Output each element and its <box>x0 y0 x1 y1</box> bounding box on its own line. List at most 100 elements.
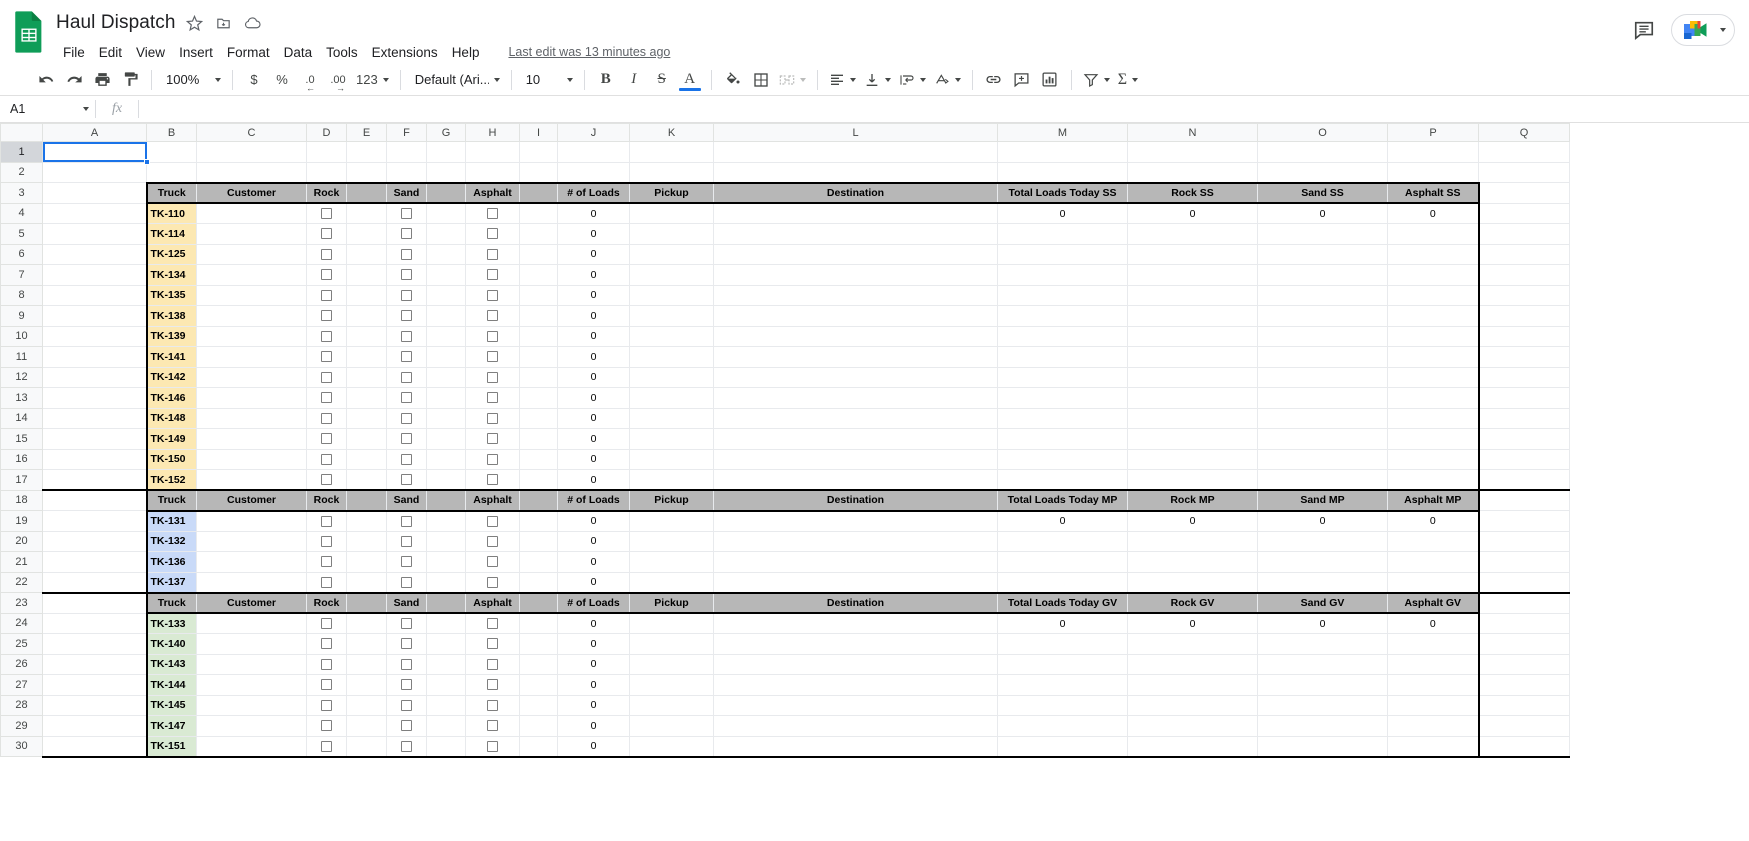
asphalt-total-SS-10[interactable] <box>1387 407 1480 429</box>
rock-checkbox-TK-151[interactable] <box>306 735 347 758</box>
increase-decimal-button[interactable]: .00 → <box>324 66 352 94</box>
cell-Q5[interactable] <box>1478 223 1570 245</box>
section-header-rocktot-GV[interactable]: Rock GV <box>1127 591 1258 614</box>
section-header-truck-GV[interactable]: Truck <box>145 591 197 614</box>
destination-cell-TK-149[interactable] <box>713 428 998 450</box>
column-header-K[interactable]: K <box>629 123 714 142</box>
asphalt-total-SS-13[interactable] <box>1387 469 1480 491</box>
rock-total-SS-9[interactable] <box>1127 387 1258 409</box>
rock-pad-TK-149[interactable] <box>346 428 387 450</box>
asphalt-total-SS-3[interactable] <box>1387 264 1480 286</box>
truck-cell-TK-125[interactable]: TK-125 <box>145 243 197 265</box>
section-header-rock-pad-SS[interactable] <box>346 181 387 204</box>
pickup-cell-TK-140[interactable] <box>629 633 714 655</box>
asphalt-total-SS-5[interactable] <box>1387 305 1480 327</box>
customer-cell-TK-138[interactable] <box>196 305 307 327</box>
checkbox[interactable] <box>321 228 332 240</box>
sand-total-SS-9[interactable] <box>1257 387 1388 409</box>
rock-total-GV-4[interactable] <box>1127 694 1258 716</box>
cell-L2[interactable] <box>713 161 998 183</box>
cell-J2[interactable] <box>557 161 630 183</box>
last-edit-status[interactable]: Last edit was 13 minutes ago <box>508 45 670 59</box>
section-header-pickup-GV[interactable]: Pickup <box>629 591 714 614</box>
sand-pad-TK-114[interactable] <box>426 223 466 245</box>
loads-cell-TK-135[interactable]: 0 <box>557 284 630 306</box>
section-header-sandtot-MP[interactable]: Sand MP <box>1257 489 1388 512</box>
row-header-21[interactable]: 21 <box>0 551 43 573</box>
total-loads-SS-4[interactable] <box>997 284 1128 306</box>
sand-total-SS-1[interactable] <box>1257 223 1388 245</box>
total-loads-SS-1[interactable] <box>997 223 1128 245</box>
section-header-truck-MP[interactable]: Truck <box>145 489 197 512</box>
cell-A16[interactable] <box>42 448 147 470</box>
section-header-customer-SS[interactable]: Customer <box>196 181 307 204</box>
destination-cell-TK-146[interactable] <box>713 387 998 409</box>
checkbox[interactable] <box>401 310 412 322</box>
section-header-pickup-MP[interactable]: Pickup <box>629 489 714 512</box>
chevron-down-icon[interactable] <box>83 107 89 111</box>
sand-pad-TK-132[interactable] <box>426 530 466 552</box>
cell-A28[interactable] <box>42 694 147 716</box>
sand-total-SS-12[interactable] <box>1257 448 1388 470</box>
column-header-H[interactable]: H <box>465 123 520 142</box>
asphalt-total-GV-2[interactable] <box>1387 653 1480 675</box>
customer-cell-TK-145[interactable] <box>196 694 307 716</box>
total-loads-SS-3[interactable] <box>997 264 1128 286</box>
destination-cell-TK-125[interactable] <box>713 243 998 265</box>
asphalt-checkbox-TK-143[interactable] <box>465 653 520 675</box>
total-loads-SS-7[interactable] <box>997 346 1128 368</box>
asphalt-checkbox-TK-150[interactable] <box>465 448 520 470</box>
asphalt-checkbox-TK-149[interactable] <box>465 428 520 450</box>
sand-total-GV-5[interactable] <box>1257 715 1388 737</box>
checkbox[interactable] <box>487 371 498 383</box>
asphalt-total-SS-0[interactable]: 0 <box>1387 202 1480 224</box>
rock-total-GV-2[interactable] <box>1127 653 1258 675</box>
asphalt-checkbox-TK-133[interactable] <box>465 612 520 634</box>
rock-total-MP-1[interactable] <box>1127 530 1258 552</box>
section-header-sand-MP[interactable]: Sand <box>386 489 427 512</box>
rock-checkbox-TK-131[interactable] <box>306 510 347 532</box>
cell-B1[interactable] <box>146 141 197 163</box>
horizontal-align-icon[interactable] <box>825 66 860 94</box>
pickup-cell-TK-143[interactable] <box>629 653 714 675</box>
checkbox[interactable] <box>487 351 498 363</box>
asphalt-pad-TK-149[interactable] <box>519 428 558 450</box>
checkbox[interactable] <box>401 576 412 588</box>
sand-total-GV-1[interactable] <box>1257 633 1388 655</box>
customer-cell-TK-148[interactable] <box>196 407 307 429</box>
checkbox[interactable] <box>401 289 412 301</box>
loads-cell-TK-110[interactable]: 0 <box>557 202 630 224</box>
checkbox[interactable] <box>487 556 498 568</box>
cell-A10[interactable] <box>42 325 147 347</box>
asphalt-pad-TK-136[interactable] <box>519 551 558 573</box>
section-header-truck-SS[interactable]: Truck <box>145 181 197 204</box>
rock-total-GV-3[interactable] <box>1127 674 1258 696</box>
sand-pad-TK-140[interactable] <box>426 633 466 655</box>
undo-icon[interactable] <box>32 66 60 94</box>
column-header-O[interactable]: O <box>1257 123 1388 142</box>
cell-Q19[interactable] <box>1478 510 1570 532</box>
cell-Q2[interactable] <box>1478 161 1570 183</box>
pickup-cell-TK-110[interactable] <box>629 202 714 224</box>
asphalt-checkbox-TK-148[interactable] <box>465 407 520 429</box>
section-header-customer-MP[interactable]: Customer <box>196 489 307 512</box>
asphalt-checkbox-TK-152[interactable] <box>465 469 520 491</box>
destination-cell-TK-132[interactable] <box>713 530 998 552</box>
checkbox[interactable] <box>401 412 412 424</box>
total-loads-SS-11[interactable] <box>997 428 1128 450</box>
cell-Q25[interactable] <box>1478 633 1570 655</box>
truck-cell-TK-150[interactable]: TK-150 <box>145 448 197 470</box>
section-header-sandtot-SS[interactable]: Sand SS <box>1257 181 1388 204</box>
rock-pad-TK-141[interactable] <box>346 346 387 368</box>
section-header-sand-pad-SS[interactable] <box>426 181 466 204</box>
rock-checkbox-TK-145[interactable] <box>306 694 347 716</box>
destination-cell-TK-114[interactable] <box>713 223 998 245</box>
sand-checkbox-TK-138[interactable] <box>386 305 427 327</box>
sand-total-SS-2[interactable] <box>1257 243 1388 265</box>
menu-data[interactable]: Data <box>277 42 320 63</box>
cell-Q27[interactable] <box>1478 674 1570 696</box>
pickup-cell-TK-134[interactable] <box>629 264 714 286</box>
fill-color-icon[interactable] <box>719 66 747 94</box>
menu-insert[interactable]: Insert <box>172 42 220 63</box>
sand-total-MP-0[interactable]: 0 <box>1257 510 1388 532</box>
